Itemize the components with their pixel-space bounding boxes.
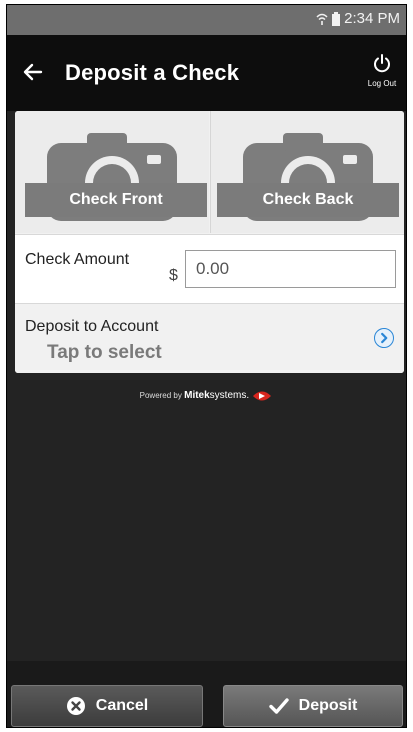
powered-by-footer: Powered by Miteksystems. [7,389,406,403]
status-icons: 2:34 PM [316,10,400,27]
deposit-account-selector[interactable]: Deposit to Account Tap to select [15,304,404,373]
battery-icon [332,11,341,26]
check-amount-input[interactable] [185,250,396,288]
page-title: Deposit a Check [65,60,240,85]
check-back-label: Check Back [217,183,399,217]
deposit-account-value: Tap to select [47,342,162,363]
mitek-logo-text: Miteksystems. [184,390,249,401]
close-circle-icon [66,697,85,715]
status-bar: 2:34 PM [7,5,406,35]
check-front-capture[interactable]: Check Front [15,111,209,233]
mitek-logo-icon [253,391,272,401]
chevron-right-icon[interactable] [374,328,394,348]
mitek-brand-bold: Mitek [184,390,210,402]
wifi-icon [316,13,328,25]
check-amount-row: Check Amount $ [15,234,404,304]
mitek-brand-light: systems. [209,390,250,402]
currency-symbol: $ [169,267,178,284]
check-amount-label: Check Amount [25,251,130,268]
deposit-button[interactable]: Deposit [223,685,403,727]
action-bar: Cancel Deposit [7,677,406,727]
app-bar: Deposit a Check Log Out [7,35,406,111]
main-content: Check Front Check Back Check Amount $ De… [7,111,406,661]
check-back-capture[interactable]: Check Back [210,111,404,233]
arrow-left-icon [23,63,43,81]
status-time: 2:34 PM [344,10,400,27]
deposit-form-card: Check Front Check Back Check Amount $ De… [15,111,404,373]
cancel-label: Cancel [95,697,149,714]
check-front-label: Check Front [25,183,207,217]
back-button[interactable] [19,57,49,87]
checkmark-icon [268,698,289,714]
deposit-label: Deposit [298,697,358,714]
logout-button[interactable]: Log Out [364,53,400,88]
power-icon [374,54,390,73]
cancel-button[interactable]: Cancel [11,685,203,727]
deposit-account-label: Deposit to Account [25,318,159,335]
phone-screen: 2:34 PM Deposit a Check Log Out Check Fr… [6,4,407,728]
logout-label: Log Out [367,79,397,88]
powered-by-prefix: Powered by [139,391,182,401]
